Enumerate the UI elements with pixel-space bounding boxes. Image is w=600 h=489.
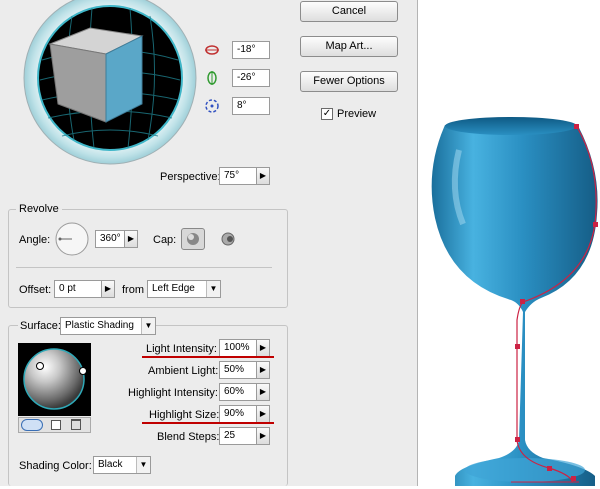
perspective-label: Perspective: <box>160 171 221 183</box>
revolve-divider <box>16 267 272 268</box>
blend-steps-label: Blend Steps: <box>157 431 220 443</box>
spinner-arrow-icon: ▶ <box>259 431 267 440</box>
track-cube-graphic[interactable] <box>22 0 198 170</box>
light-intensity-field[interactable]: 100% <box>219 339 257 357</box>
spinner-arrow-icon: ▶ <box>104 284 112 293</box>
x-rotation-icon <box>204 42 220 58</box>
ambient-light-field[interactable]: 50% <box>219 361 257 379</box>
new-light-icon[interactable] <box>21 419 43 431</box>
z-rotation-field[interactable]: 8° <box>232 97 270 115</box>
blend-steps-spinner-button[interactable]: ▶ <box>256 427 270 445</box>
cap-off-button[interactable] <box>218 229 238 249</box>
ambient-light-label: Ambient Light: <box>148 365 219 377</box>
angle-spinner-button[interactable]: ▶ <box>124 230 138 248</box>
offset-from-select[interactable]: Left Edge ▼ <box>147 280 221 298</box>
map-art-button[interactable]: Map Art... <box>300 36 398 57</box>
preview-label: Preview <box>337 108 377 120</box>
highlight-intensity-field[interactable]: 60% <box>219 383 257 401</box>
highlight-size-field[interactable]: 90% <box>219 405 257 423</box>
from-label: from <box>122 284 144 296</box>
spinner-arrow-icon: ▶ <box>127 234 135 243</box>
highlight-intensity-label: Highlight Intensity: <box>128 387 218 399</box>
cancel-button[interactable]: Cancel <box>300 1 398 22</box>
x-rotation-field[interactable]: -18° <box>232 41 270 59</box>
move-light-back-icon[interactable] <box>51 420 61 430</box>
artwork-wine-glass <box>419 0 600 486</box>
angle-dial[interactable] <box>54 221 90 257</box>
delete-light-icon[interactable] <box>71 419 81 430</box>
revolve-section-label: Revolve <box>16 203 62 215</box>
light-intensity-label: Light Intensity: <box>146 343 217 355</box>
offset-from-value: Left Edge <box>152 283 195 294</box>
highlight-intensity-spinner-button[interactable]: ▶ <box>256 383 270 401</box>
light-toolbar <box>18 417 91 433</box>
spinner-arrow-icon: ▶ <box>259 365 267 374</box>
light-intensity-underline <box>142 356 274 358</box>
z-rotation-icon <box>204 98 220 114</box>
light-source-handle[interactable] <box>36 362 44 370</box>
3d-revolve-options-panel: -18° -26° 8° Perspective: 75° ▶ Revolve … <box>0 0 418 486</box>
light-sphere-preview[interactable] <box>18 343 91 416</box>
ambient-light-spinner-button[interactable]: ▶ <box>256 361 270 379</box>
angle-label: Angle: <box>19 234 51 246</box>
highlight-size-underline <box>142 422 274 424</box>
angle-field[interactable]: 360° <box>95 230 125 248</box>
checkmark-icon: ✓ <box>322 108 332 119</box>
y-rotation-field[interactable]: -26° <box>232 69 270 87</box>
cap-label: Cap: <box>153 234 177 246</box>
spinner-arrow-icon: ▶ <box>259 387 267 396</box>
highlight-size-spinner-button[interactable]: ▶ <box>256 405 270 423</box>
light-intensity-spinner-button[interactable]: ▶ <box>256 339 270 357</box>
offset-spinner-button[interactable]: ▶ <box>101 280 115 298</box>
highlight-size-label: Highlight Size: <box>149 409 220 421</box>
blend-steps-field[interactable]: 25 <box>219 427 257 445</box>
spinner-arrow-icon: ▶ <box>259 171 267 180</box>
dropdown-arrow-icon: ▼ <box>136 457 150 473</box>
offset-label: Offset: <box>19 284 52 296</box>
perspective-spinner-button[interactable]: ▶ <box>256 167 270 185</box>
preview-checkbox[interactable]: ✓ <box>321 108 333 120</box>
rotation-track-cube[interactable] <box>22 0 198 170</box>
dropdown-arrow-icon: ▼ <box>141 318 155 334</box>
y-rotation-icon <box>204 70 220 86</box>
surface-select[interactable]: Plastic Shading ▼ <box>60 317 156 335</box>
spinner-arrow-icon: ▶ <box>259 409 267 418</box>
cap-on-button[interactable] <box>181 228 205 250</box>
spinner-arrow-icon: ▶ <box>259 343 267 352</box>
offset-field[interactable]: 0 pt <box>54 280 102 298</box>
surface-value: Plastic Shading <box>65 320 134 331</box>
cap-on-icon <box>187 233 199 245</box>
shading-color-select[interactable]: Black ▼ <box>93 456 151 474</box>
light-source-handle-2[interactable] <box>79 367 87 375</box>
dropdown-arrow-icon: ▼ <box>206 281 220 297</box>
fewer-options-button[interactable]: Fewer Options <box>300 71 398 92</box>
perspective-field[interactable]: 75° <box>219 167 257 185</box>
shading-color-label: Shading Color: <box>19 460 92 472</box>
shading-color-value: Black <box>98 459 123 470</box>
surface-label: Surface: <box>18 320 63 332</box>
cap-off-icon <box>221 232 235 246</box>
